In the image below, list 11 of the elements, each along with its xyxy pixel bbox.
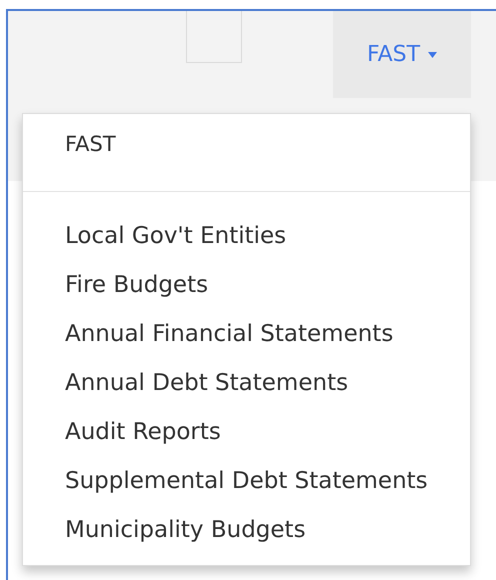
nav-dropdown-button[interactable]: FAST bbox=[333, 11, 471, 98]
menu-item[interactable]: Annual Financial Statements bbox=[23, 317, 470, 366]
menu-item[interactable]: Supplemental Debt Statements bbox=[23, 464, 470, 513]
blank-tile bbox=[186, 11, 242, 63]
menu-item[interactable]: Audit Reports bbox=[23, 415, 470, 464]
menu-item[interactable]: Local Gov't Entities bbox=[23, 219, 470, 268]
menu-item[interactable]: Municipality Budgets bbox=[23, 513, 470, 551]
caret-icon bbox=[428, 52, 438, 58]
menu-item[interactable]: Annual Debt Statements bbox=[23, 366, 470, 415]
menu-item[interactable]: Fire Budgets bbox=[23, 268, 470, 317]
menu-item[interactable]: FAST bbox=[23, 114, 470, 174]
